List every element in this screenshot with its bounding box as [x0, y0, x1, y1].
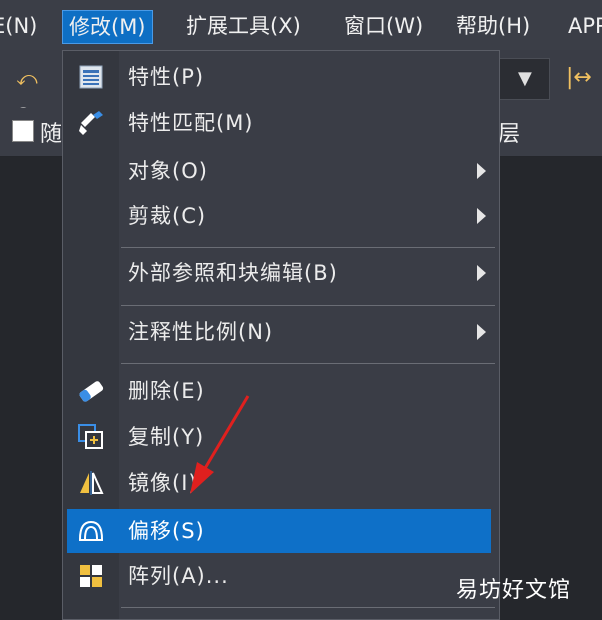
watermark: 易坊好文馆 — [456, 578, 572, 603]
annotation-arrow-icon — [190, 395, 250, 494]
